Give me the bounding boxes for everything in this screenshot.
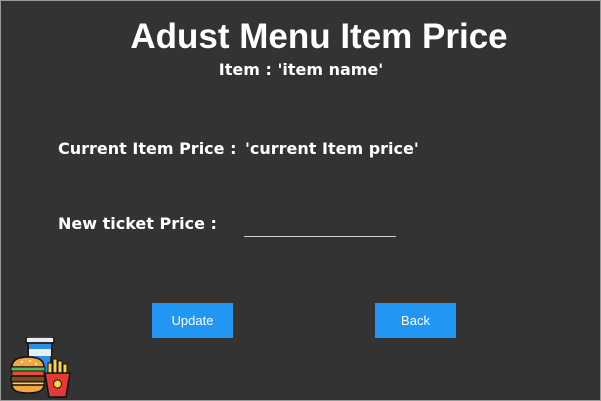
fries-icon — [44, 358, 71, 398]
current-price-value: 'current Item price' — [245, 139, 419, 158]
adjust-price-window: Adust Menu Item Price Item : 'item name'… — [0, 0, 601, 401]
fast-food-icon — [10, 337, 71, 398]
burger-icon — [10, 356, 46, 394]
page-title: Adust Menu Item Price — [130, 17, 508, 56]
new-price-input[interactable] — [244, 215, 396, 237]
new-price-label: New ticket Price : — [58, 214, 217, 233]
back-button[interactable]: Back — [375, 303, 456, 338]
item-name-subtitle: Item : 'item name' — [218, 60, 384, 79]
current-price-label: Current Item Price : — [58, 139, 237, 158]
update-button[interactable]: Update — [152, 303, 233, 338]
